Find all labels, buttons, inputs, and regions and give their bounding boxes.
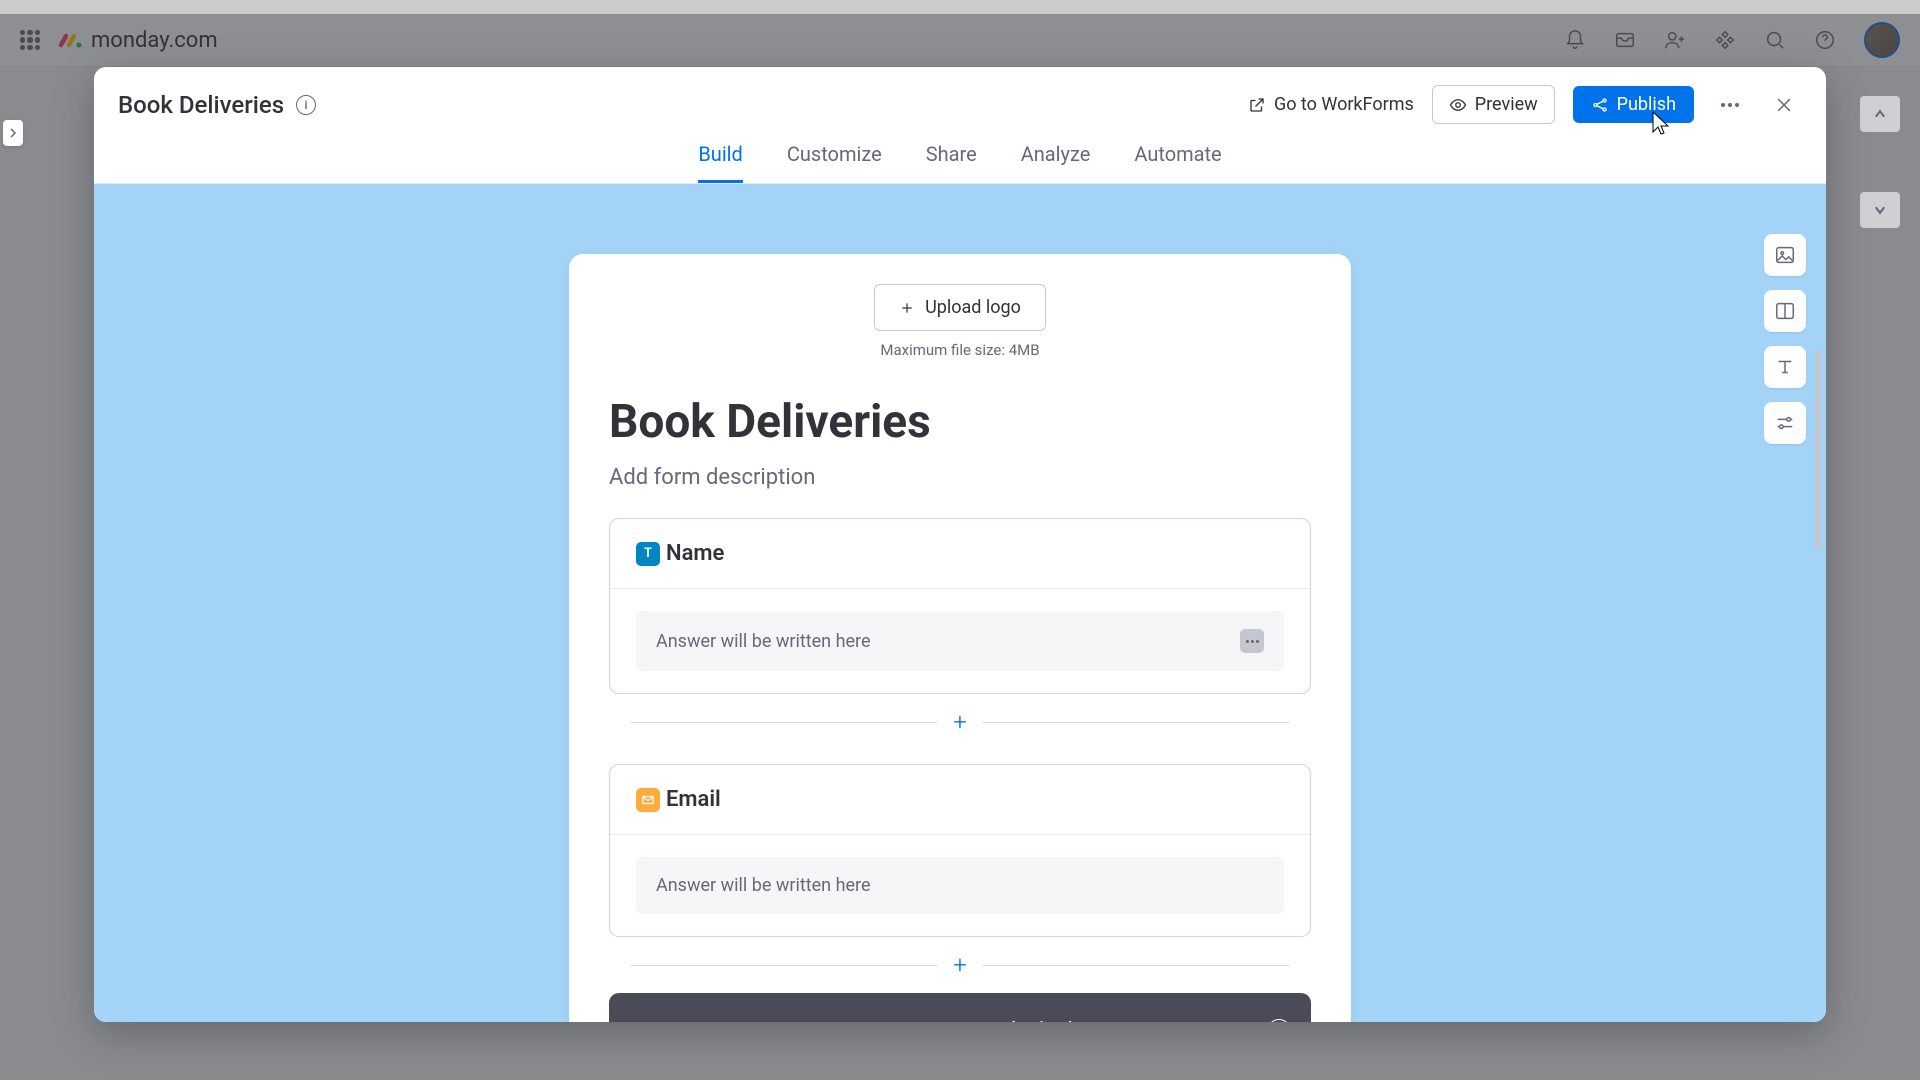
form-card: Upload logo Maximum file size: 4MB Book … (569, 254, 1351, 1022)
form-editor-modal: Book Deliveries i Go to WorkForms Previe… (94, 67, 1826, 1022)
background-controls (1860, 96, 1900, 288)
browser-chrome (0, 0, 1920, 14)
question-email[interactable]: Email Answer will be written here (609, 764, 1311, 937)
question-email-label: Email (666, 787, 721, 812)
locked-question-banner: Question type locked i (609, 993, 1311, 1022)
preview-button[interactable]: Preview (1432, 85, 1555, 124)
tab-analyze[interactable]: Analyze (1021, 142, 1091, 183)
answer-field[interactable]: Answer will be written here (636, 611, 1284, 671)
info-icon[interactable]: i (296, 95, 316, 115)
question-body: Answer will be written here (610, 834, 1310, 936)
close-icon (1774, 95, 1794, 115)
tab-automate[interactable]: Automate (1134, 142, 1221, 183)
divider-line (983, 722, 1289, 723)
divider-line (631, 965, 937, 966)
modal-title: Book Deliveries (118, 91, 284, 119)
upload-logo-label: Upload logo (925, 297, 1021, 318)
question-name[interactable]: T Name Answer will be written here (609, 518, 1311, 694)
modal-tabs: Build Customize Share Analyze Automate (94, 124, 1826, 184)
add-question-divider-1: + (631, 708, 1289, 736)
tab-share[interactable]: Share (926, 142, 977, 183)
more-options-button[interactable] (1712, 87, 1748, 123)
go-to-workforms-link[interactable]: Go to WorkForms (1248, 94, 1414, 115)
image-icon (1774, 244, 1796, 266)
add-question-divider-2: + (631, 951, 1289, 979)
question-header: Email (610, 765, 1310, 834)
sliders-icon (1774, 412, 1796, 434)
locked-info-icon[interactable]: i (1267, 1019, 1291, 1022)
scrollbar[interactable] (1815, 349, 1821, 549)
go-to-workforms-label: Go to WorkForms (1274, 94, 1414, 115)
share-nodes-icon (1591, 96, 1609, 114)
divider-line (983, 965, 1289, 966)
mouse-cursor-icon (1650, 110, 1672, 138)
sidebar-collapse-toggle[interactable] (3, 120, 23, 146)
publish-button[interactable]: Publish (1573, 86, 1694, 123)
text-type-icon: T (636, 542, 660, 566)
eye-icon (1449, 96, 1467, 114)
form-description[interactable]: Add form description (609, 465, 1311, 490)
modal-header: Book Deliveries i Go to WorkForms Previe… (94, 67, 1826, 124)
layout-icon (1774, 300, 1796, 322)
question-header: T Name (610, 519, 1310, 588)
question-name-label: Name (666, 541, 724, 566)
tool-text[interactable] (1764, 346, 1806, 388)
more-icon (1719, 103, 1741, 107)
upload-hint: Maximum file size: 4MB (609, 341, 1311, 359)
tool-image[interactable] (1764, 234, 1806, 276)
chevron-right-icon (8, 128, 18, 138)
answer-placeholder: Answer will be written here (656, 631, 871, 652)
add-question-button[interactable]: + (953, 951, 967, 979)
plus-icon (899, 300, 915, 316)
bg-stub-2 (1860, 192, 1900, 228)
upload-logo-button[interactable]: Upload logo (874, 284, 1046, 331)
text-icon (1774, 356, 1796, 378)
tool-settings[interactable] (1764, 402, 1806, 444)
divider-line (631, 722, 937, 723)
tool-layout[interactable] (1764, 290, 1806, 332)
bg-stub-1 (1860, 96, 1900, 132)
tab-build[interactable]: Build (698, 142, 743, 183)
modal-actions: Go to WorkForms Preview Publish (1248, 85, 1802, 124)
side-tools (1764, 234, 1806, 444)
canvas-area: Upload logo Maximum file size: 4MB Book … (94, 184, 1826, 1022)
close-button[interactable] (1766, 87, 1802, 123)
preview-label: Preview (1475, 94, 1538, 115)
lock-icon (847, 1021, 867, 1022)
form-heading[interactable]: Book Deliveries (609, 395, 1311, 449)
answer-placeholder: Answer will be written here (656, 875, 871, 896)
locked-message: Question type locked (877, 1019, 1072, 1022)
external-link-icon (1248, 96, 1266, 114)
question-body: Answer will be written here (610, 588, 1310, 693)
field-options-icon[interactable] (1240, 629, 1264, 653)
email-type-icon (636, 788, 660, 812)
tab-customize[interactable]: Customize (787, 142, 882, 183)
answer-field[interactable]: Answer will be written here (636, 857, 1284, 914)
add-question-button[interactable]: + (953, 708, 967, 736)
